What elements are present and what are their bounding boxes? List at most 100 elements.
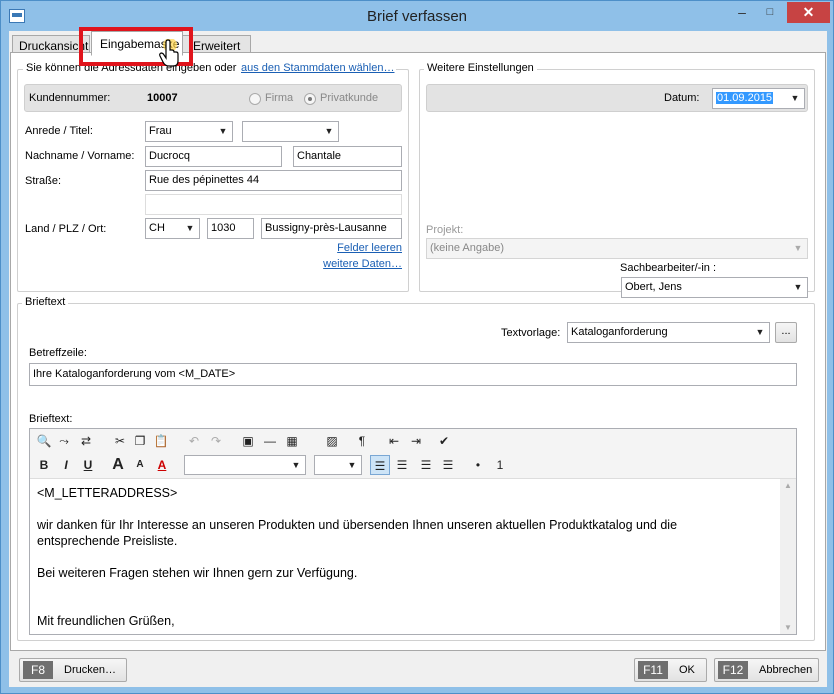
maximize-button[interactable]: □: [757, 2, 783, 23]
font-color-icon[interactable]: A: [152, 455, 172, 475]
print-button[interactable]: F8 Drucken…: [19, 658, 127, 682]
cancel-button[interactable]: F12 Abbrechen: [714, 658, 819, 682]
toolbar-row-1: 🔍 ⤳ ⇄ ✂ ❐ 📋 ↶ ↷ ▣ — ▦ ▨ ¶ ⇤ ⇥ ✔: [30, 430, 796, 452]
body-line-address: <M_LETTERADDRESS>: [37, 486, 178, 500]
ok-button[interactable]: F11 OK: [634, 658, 707, 682]
city-input[interactable]: Bussigny-près-Lausanne: [261, 218, 402, 239]
body-label: Brieftext:: [29, 413, 73, 425]
chevron-down-icon: ▼: [793, 243, 803, 253]
date-picker[interactable]: 01.09.2015 ▼: [712, 88, 805, 109]
justify-icon[interactable]: ☰: [438, 455, 458, 475]
font-grow-icon[interactable]: A: [108, 455, 128, 475]
indent-icon[interactable]: ⇥: [406, 431, 426, 451]
radio-privatkunde[interactable]: [304, 93, 316, 105]
project-select[interactable]: (keine Angabe) ▼: [426, 238, 808, 259]
template-more-button[interactable]: ...: [775, 322, 797, 343]
body-line-closing: Mit freundlichen Grüßen,: [37, 614, 175, 628]
title-select[interactable]: ▼: [242, 121, 339, 142]
page-icon[interactable]: ▣: [238, 431, 258, 451]
template-select[interactable]: Kataloganforderung ▼: [567, 322, 770, 343]
ok-label: OK: [679, 664, 695, 676]
cancel-key: F12: [718, 661, 748, 679]
radio-firma-label: Firma: [265, 92, 294, 104]
align-right-icon[interactable]: ☰: [416, 455, 436, 475]
outdent-icon[interactable]: ⇤: [384, 431, 404, 451]
scroll-up-icon[interactable]: ▲: [780, 481, 796, 490]
project-label: Projekt:: [426, 224, 464, 236]
spellcheck-icon[interactable]: ✔: [434, 431, 454, 451]
template-value: Kataloganforderung: [571, 326, 668, 338]
radio-firma[interactable]: [249, 93, 261, 105]
letter-group: Brieftext Textvorlage: Kataloganforderun…: [17, 296, 815, 641]
salutation-select[interactable]: Frau ▼: [145, 121, 233, 142]
settings-group-label: Weitere Einstellungen: [424, 62, 537, 74]
client-area: Druckansicht Erweitert Sie können die Ad…: [9, 31, 827, 687]
redo-icon[interactable]: ↷: [206, 431, 226, 451]
subject-label: Betreffzeile:: [29, 347, 87, 359]
editor-scrollbar[interactable]: ▲ ▼: [780, 479, 796, 634]
address-group: Sie können die Adressdaten eingeben oder…: [17, 62, 409, 292]
editor-content[interactable]: <M_LETTERADDRESS> wir danken für Ihr Int…: [30, 479, 780, 634]
salutation-value: Frau: [149, 125, 172, 137]
customer-number-label: Kundennummer:: [29, 92, 111, 104]
cut-icon[interactable]: ✂: [110, 431, 130, 451]
bullet-list-icon[interactable]: •: [468, 455, 488, 475]
find-next-icon[interactable]: ⤳: [54, 431, 74, 451]
font-select[interactable]: ▼: [184, 455, 306, 475]
clerk-label: Sachbearbeiter/-in :: [620, 262, 716, 274]
body-line-1: wir danken für Ihr Interesse an unseren …: [37, 518, 678, 532]
minimize-button[interactable]: –: [729, 2, 755, 23]
bold-icon[interactable]: B: [34, 455, 54, 475]
zip-input[interactable]: 1030: [207, 218, 254, 239]
radio-privatkunde-label: Privatkunde: [320, 92, 379, 104]
print-key: F8: [23, 661, 53, 679]
numbered-list-icon[interactable]: 1: [490, 455, 510, 475]
find-icon[interactable]: 🔍: [34, 431, 54, 451]
salutation-label: Anrede / Titel:: [25, 125, 93, 137]
table-icon[interactable]: ▦: [282, 431, 302, 451]
chevron-down-icon: ▼: [291, 460, 301, 470]
body-line-3: Bei weiteren Fragen stehen wir Ihnen ger…: [37, 566, 358, 580]
chevron-down-icon: ▼: [755, 327, 765, 337]
align-center-icon[interactable]: ☰: [392, 455, 412, 475]
copy-icon[interactable]: ❐: [130, 431, 150, 451]
font-size-select[interactable]: ▼: [314, 455, 362, 475]
firstname-input[interactable]: Chantale: [293, 146, 402, 167]
date-label: Datum:: [664, 92, 700, 104]
ok-key: F11: [638, 661, 668, 679]
lastname-input[interactable]: Ducrocq: [145, 146, 282, 167]
toolbar-row-2: B I U A A A ☰ ☰ ☰ ☰ • 1: [30, 453, 796, 477]
font-shrink-icon[interactable]: A: [130, 455, 150, 475]
image-icon[interactable]: ▨: [322, 431, 342, 451]
date-value: 01.09.2015: [716, 92, 774, 104]
close-button[interactable]: ✕: [787, 2, 830, 23]
street-input-2[interactable]: [145, 194, 402, 215]
cancel-label: Abbrechen: [759, 664, 813, 676]
select-from-master-data-link[interactable]: aus den Stammdaten wählen…: [239, 62, 397, 74]
paste-icon[interactable]: 📋: [151, 431, 171, 451]
horizontal-line-icon[interactable]: —: [260, 431, 280, 451]
scroll-down-icon[interactable]: ▼: [780, 623, 796, 632]
subject-input[interactable]: Ihre Kataloganforderung vom <M_DATE>: [29, 363, 797, 386]
rich-text-editor: 🔍 ⤳ ⇄ ✂ ❐ 📋 ↶ ↷ ▣ — ▦ ▨ ¶ ⇤ ⇥ ✔ B I U A A A ☰ ☰ ☰ ☰ • 1 ▼ ▼ <M_LET…: [29, 428, 797, 635]
street-input[interactable]: Rue des pépinettes 44: [145, 170, 402, 191]
print-label: Drucken…: [64, 664, 116, 676]
chevron-down-icon: ▼: [790, 93, 800, 103]
body-line-2: entsprechende Preisliste.: [37, 534, 178, 548]
paragraph-icon[interactable]: ¶: [352, 431, 372, 451]
customer-number-bar: Kundennummer: 10007 Firma Privatkunde: [24, 84, 402, 112]
country-select[interactable]: CH ▼: [145, 218, 200, 239]
replace-icon[interactable]: ⇄: [76, 431, 96, 451]
align-left-icon[interactable]: ☰: [370, 455, 390, 475]
project-value: (keine Angabe): [430, 242, 504, 254]
clear-fields-link[interactable]: Felder leeren: [337, 242, 402, 254]
more-data-link[interactable]: weitere Daten…: [323, 258, 402, 270]
editor-toolbar: 🔍 ⤳ ⇄ ✂ ❐ 📋 ↶ ↷ ▣ — ▦ ▨ ¶ ⇤ ⇥ ✔ B I U A A A ☰ ☰ ☰ ☰ • 1 ▼ ▼: [30, 429, 796, 479]
italic-icon[interactable]: I: [56, 455, 76, 475]
chevron-down-icon: ▼: [324, 126, 334, 136]
name-label: Nachname / Vorname:: [25, 150, 135, 162]
underline-icon[interactable]: U: [78, 455, 98, 475]
clerk-select[interactable]: Obert, Jens ▼: [621, 277, 808, 298]
undo-icon[interactable]: ↶: [184, 431, 204, 451]
window-title: Brief verfassen: [366, 8, 468, 25]
